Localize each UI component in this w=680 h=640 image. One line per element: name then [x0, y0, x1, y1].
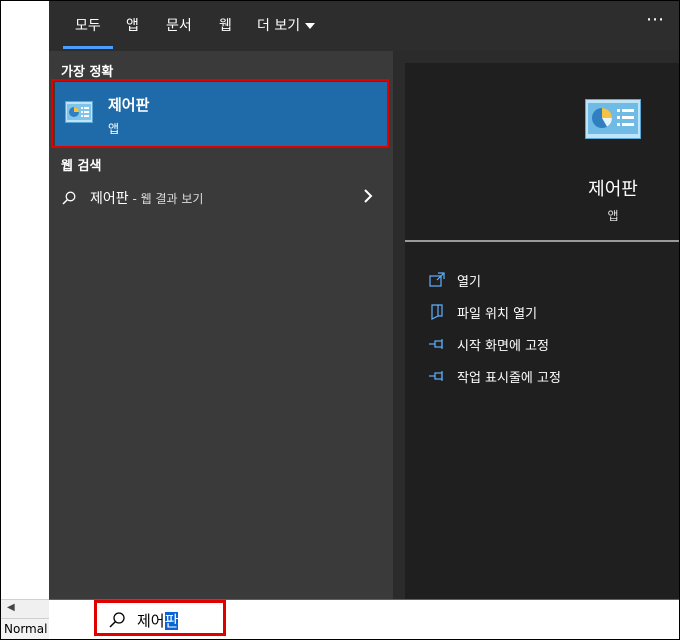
taskbar-search-box[interactable]: 제어판 [94, 600, 226, 636]
control-panel-large-icon [585, 99, 641, 139]
pin-icon [429, 339, 443, 349]
tab-documents[interactable]: 문서 [166, 15, 192, 35]
scroll-left-arrow-icon[interactable]: ◀ [7, 602, 15, 613]
search-icon [62, 191, 76, 205]
web-search-heading: 웹 검색 [61, 159, 102, 174]
chevron-right-icon[interactable] [363, 189, 373, 203]
tab-apps[interactable]: 앱 [126, 15, 139, 35]
web-search-result[interactable]: 제어판 - 웹 결과 보기 [49, 183, 393, 213]
background-app-window [1, 1, 49, 599]
status-bar: Normal [1, 618, 49, 639]
action-open-file-location[interactable]: 파일 위치 열기 [425, 301, 675, 323]
action-open-label: 열기 [457, 275, 481, 290]
action-pin-to-taskbar-label: 작업 표시줄에 고정 [457, 371, 561, 386]
search-input-typed: 제어 [137, 612, 165, 630]
tab-more[interactable]: 더 보기 [257, 15, 316, 35]
action-open-file-location-label: 파일 위치 열기 [457, 307, 538, 322]
more-options-icon[interactable]: ⋯ [646, 9, 665, 30]
detail-subtitle: 앱 [607, 209, 619, 223]
action-pin-to-start[interactable]: 시작 화면에 고정 [425, 333, 675, 355]
status-bar-text: Normal [4, 622, 48, 636]
tab-more-label: 더 보기 [257, 18, 301, 34]
pin-icon [429, 371, 443, 381]
detail-pane: 제어판 앱 열기 파일 위치 열기 시작 화면에 고정 작업 표시줄에 고정 [393, 51, 679, 599]
search-input-selection: 판 [164, 612, 179, 630]
best-match-highlight-box [51, 79, 389, 148]
tab-all[interactable]: 모두 [75, 15, 101, 35]
action-pin-to-start-label: 시작 화면에 고정 [457, 339, 549, 354]
horizontal-scrollbar[interactable]: ◀ [1, 599, 49, 618]
results-pane: 가장 정확 제어판 앱 웹 검색 제어판 - 웹 결과 보기 [49, 51, 393, 599]
search-icon [109, 612, 125, 628]
detail-title: 제어판 [588, 179, 638, 200]
action-open[interactable]: 열기 [425, 269, 675, 291]
file-location-icon [431, 304, 443, 320]
open-icon [429, 272, 445, 287]
web-search-text: 제어판 - 웹 결과 보기 [90, 188, 203, 208]
best-match-heading: 가장 정확 [61, 65, 114, 80]
web-search-suffix: - 웹 결과 보기 [128, 192, 204, 206]
search-panel: 모두 앱 문서 웹 더 보기 ⋯ 가장 정확 제어판 앱 웹 검색 제어판 - … [49, 1, 679, 599]
active-tab-indicator [63, 46, 113, 49]
search-input[interactable]: 제어판 [137, 610, 179, 631]
caret-down-icon [305, 23, 316, 29]
taskbar: 제어판 [49, 599, 679, 639]
search-tabs: 모두 앱 문서 웹 더 보기 ⋯ [49, 1, 679, 51]
web-search-query: 제어판 [90, 191, 129, 207]
detail-card: 제어판 앱 열기 파일 위치 열기 시작 화면에 고정 작업 표시줄에 고정 [405, 63, 679, 599]
action-pin-to-taskbar[interactable]: 작업 표시줄에 고정 [425, 365, 675, 387]
detail-divider [405, 240, 679, 242]
tab-web[interactable]: 웹 [219, 15, 232, 35]
